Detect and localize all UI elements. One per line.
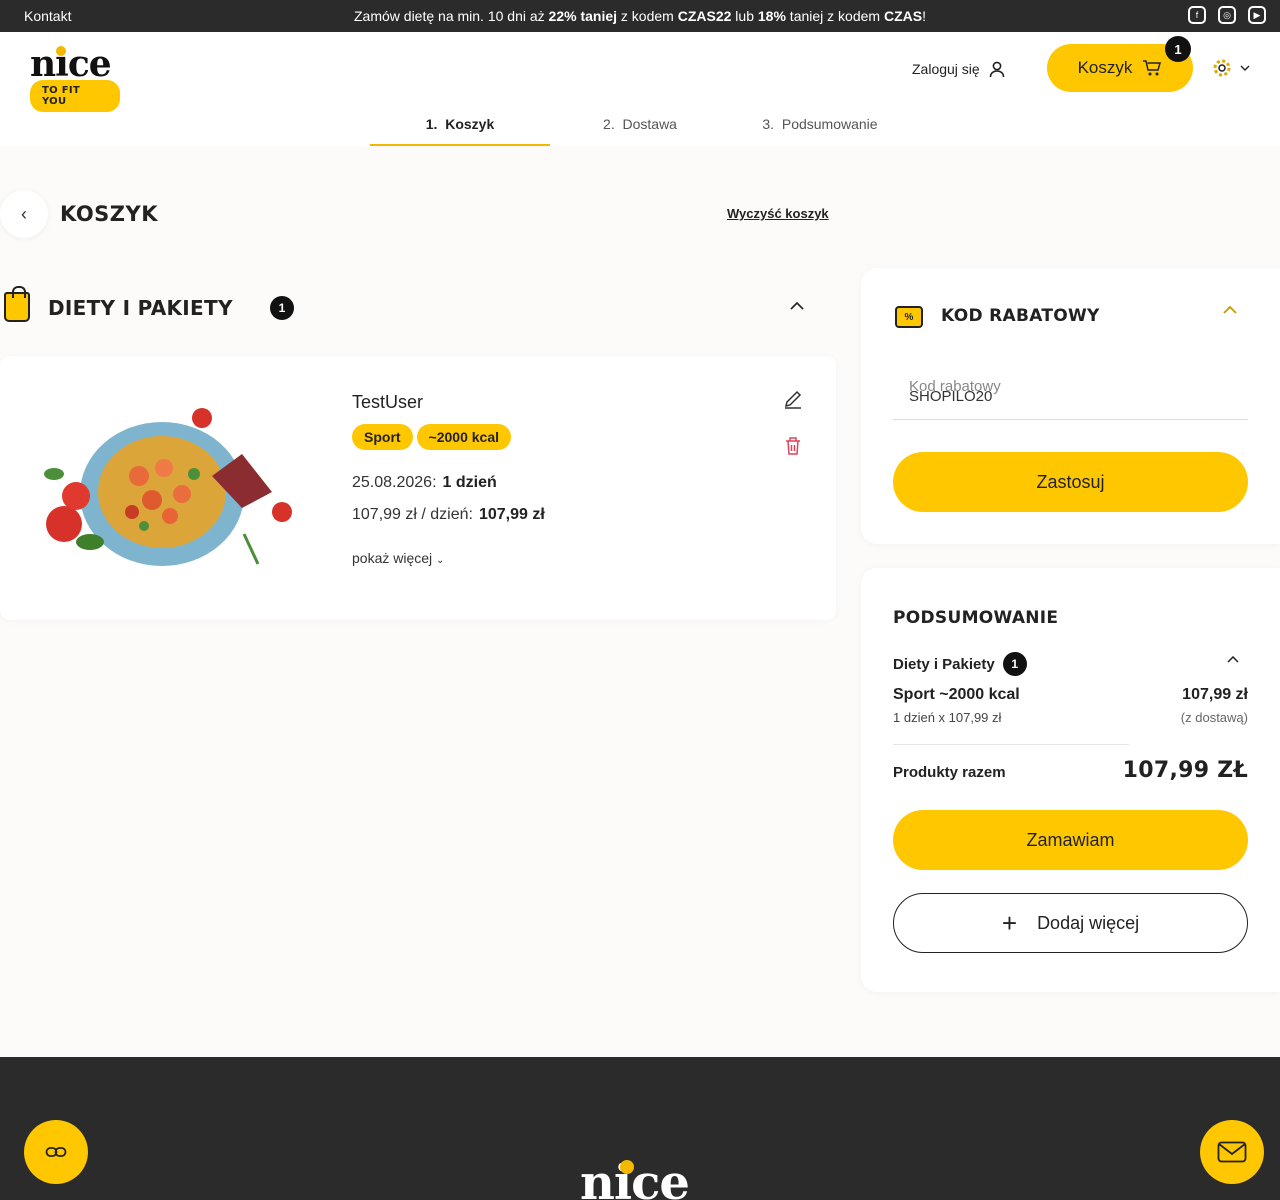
discount-code-field: Kod rabatowy [893,372,1248,420]
summary-group-label: Diety i Pakiety [893,655,995,673]
login-label: Zaloguj się [912,61,980,77]
summary-title: PODSUMOWANIE [893,608,1059,628]
promo-discount-2: 18% [757,8,786,24]
apply-discount-button[interactable]: Zastosuj [893,452,1248,512]
edit-icon[interactable] [782,388,804,410]
diet-image [44,408,292,566]
youtube-icon[interactable]: ▶ [1248,6,1266,24]
logo[interactable]: nice TO FIT YOU [30,43,120,112]
footer: nice [0,1057,1280,1200]
promo-code-2: CZAS [883,8,923,24]
cart-label: Koszyk [1077,58,1133,77]
chevron-left-icon: ‹ [21,203,27,224]
divider [893,744,1129,745]
chevron-up-icon[interactable] [1227,656,1239,663]
section-title: DIETY I PAKIETY [48,296,233,320]
page-title: KOSZYK [60,202,159,226]
promo-text: lub [731,8,758,24]
logo-tagline: TO FIT YOU [30,80,120,112]
settings-menu[interactable] [1212,58,1250,78]
step-label: Podsumowanie [781,116,878,132]
header: nice TO FIT YOU Zaloguj się Koszyk 1 1. … [0,32,1280,146]
promo-text: z kodem [617,8,678,24]
show-more-label: pokaż więcej [352,550,433,566]
chevron-down-icon: ⌄ [436,555,445,566]
section-diets-header[interactable]: DIETY I PAKIETY 1 [0,286,820,330]
promo-text: ! [922,8,926,24]
promo-discount-1: 22% taniej [548,8,618,24]
chevron-up-icon[interactable] [1223,306,1237,314]
coupon-icon: % [895,306,923,328]
shopping-bag-icon [4,286,30,322]
chevron-up-icon[interactable] [790,302,804,310]
login-link[interactable]: Zaloguj się [912,60,1006,78]
show-more-link[interactable]: pokaż więcej ⌄ [352,550,444,566]
step-summary[interactable]: 3. Podsumowanie [730,104,910,146]
promo-text: Zamów dietę na min. 10 dni aż [354,8,549,24]
total-label: Produkty razem [893,764,1006,781]
logo-dot [56,46,66,56]
item-tags: Sport ~2000 kcal [352,424,512,450]
add-more-label: Dodaj więcej [1037,912,1140,933]
step-number: 1. [425,116,438,132]
kcal-tag: ~2000 kcal [416,424,512,450]
chevron-down-icon [1240,65,1250,71]
footer-logo-dot [620,1160,634,1174]
discount-code-input[interactable] [909,388,1229,405]
step-number: 3. [762,116,775,132]
summary-line-price: 107,99 zł [1182,686,1248,703]
cart-count-badge: 1 [1165,36,1191,62]
back-button[interactable]: ‹ [0,190,48,238]
trash-icon[interactable] [784,436,802,456]
item-price-label: 107,99 zł / dzień: [352,506,473,523]
step-delivery[interactable]: 2. Dostawa [550,104,730,146]
accessibility-button[interactable] [24,1120,88,1184]
clear-cart-link[interactable]: Wyczyść koszyk [727,206,829,221]
instagram-icon[interactable]: ◎ [1218,6,1236,24]
add-more-button[interactable]: + Dodaj więcej [893,893,1248,953]
item-price-line: 107,99 zł / dzień: 107,99 zł [352,506,545,524]
step-number: 2. [603,116,615,132]
link-icon [45,1147,67,1157]
promo-text: taniej z kodem [785,8,884,24]
item-date-line: 25.08.2026: 1 dzień [352,474,497,492]
summary-line-name: Sport ~2000 kcal [893,686,1020,703]
summary-line-detail: 1 dzień x 107,99 zł [893,710,1002,725]
mail-icon [1217,1141,1247,1163]
logo-word: nice [30,43,112,85]
promo-code-1: CZAS22 [677,8,732,24]
facebook-icon[interactable]: f [1188,6,1206,24]
top-bar: Kontakt Zamów dietę na min. 10 dni aż 22… [0,0,1280,32]
step-cart[interactable]: 1. Koszyk [370,104,550,146]
gear-icon [1213,59,1231,77]
promo-banner: Zamów dietę na min. 10 dni aż 22% taniej… [0,8,1280,24]
item-days: 1 dzień [442,474,497,491]
cart-icon [1143,60,1162,76]
summary-group[interactable]: Diety i Pakiety 1 [893,652,1027,676]
checkout-steps: 1. Koszyk 2. Dostawa 3. Podsumowanie [370,104,910,146]
cart-item-card: TestUser Sport ~2000 kcal 25.08.2026: 1 d… [0,356,836,620]
total-value: 107,99 ZŁ [1122,758,1248,783]
plus-icon: + [1001,908,1018,938]
discount-title: KOD RABATOWY [941,306,1100,326]
item-name: TestUser [352,392,424,412]
footer-logo: nice [580,1155,690,1200]
step-label: Dostawa [622,116,677,132]
item-price-value: 107,99 zł [478,506,545,523]
summary-card: PODSUMOWANIE Diety i Pakiety 1 Sport ~20… [861,568,1280,992]
chat-button[interactable] [1200,1120,1264,1184]
order-button[interactable]: Zamawiam [893,810,1248,870]
discount-card: % KOD RABATOWY Kod rabatowy Zastosuj [861,268,1280,544]
item-date: 25.08.2026: [352,474,437,491]
summary-group-count: 1 [1002,652,1027,676]
step-label: Koszyk [445,116,495,132]
social-links: f ◎ ▶ [1188,6,1266,24]
section-count-badge: 1 [270,296,294,320]
summary-line-note: (z dostawą) [1180,710,1248,725]
user-icon [989,61,1005,78]
diet-tag: Sport [352,424,413,450]
